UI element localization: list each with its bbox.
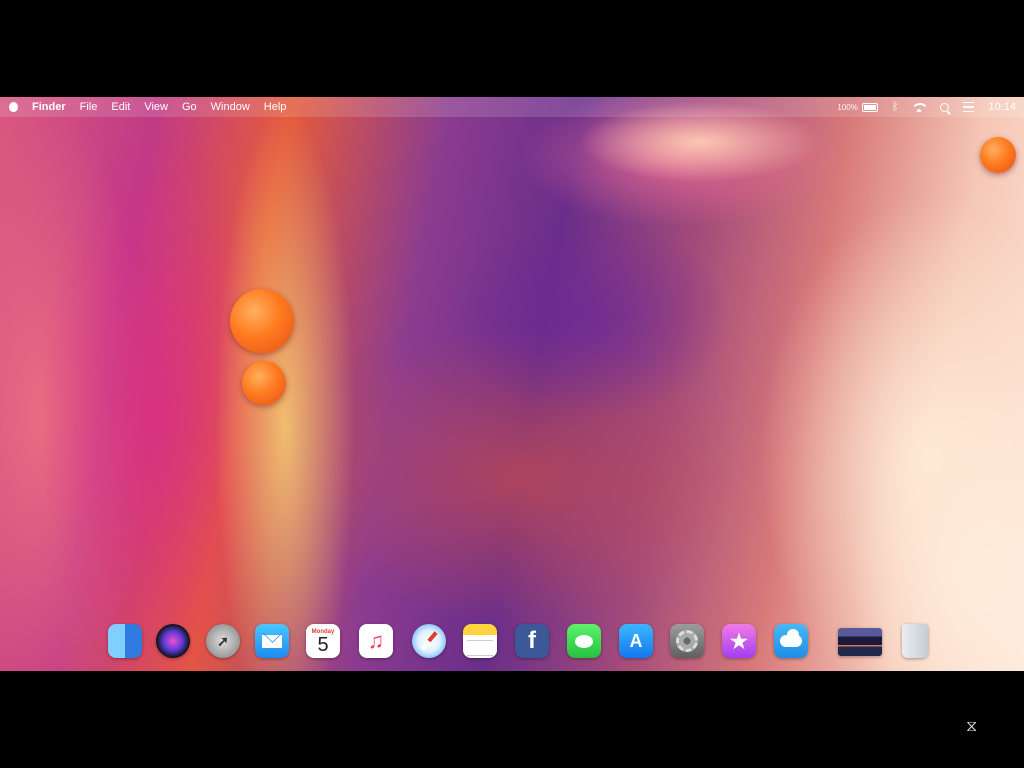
- photo-thumbnail-icon[interactable]: [838, 628, 882, 656]
- desktop-wallpaper: [0, 97, 1024, 671]
- menu-window[interactable]: Window: [211, 101, 250, 113]
- menu-app-name[interactable]: Finder: [32, 101, 66, 113]
- mail-app-icon[interactable]: [255, 624, 289, 658]
- envelope-icon: [262, 634, 282, 648]
- facebook-app-icon[interactable]: f: [515, 624, 549, 658]
- calendar-app-icon[interactable]: Monday 5: [306, 624, 340, 658]
- dock: ➚ Monday 5 ♫ f A ★: [100, 616, 940, 668]
- menu-view[interactable]: View: [144, 101, 168, 113]
- watermark-logo-icon: ⧖: [966, 718, 978, 735]
- trash-icon[interactable]: [902, 624, 928, 658]
- battery-percent: 100%: [837, 102, 858, 112]
- menu-help[interactable]: Help: [264, 101, 287, 113]
- bluetooth-icon[interactable]: ᛒ: [892, 101, 899, 113]
- itunes-store-app-icon[interactable]: ★: [722, 624, 756, 658]
- music-app-icon[interactable]: ♫: [359, 624, 393, 658]
- spotlight-search-icon[interactable]: [940, 102, 950, 112]
- system-preferences-app-icon[interactable]: [670, 624, 704, 658]
- cloud-icon: [780, 629, 802, 647]
- menu-bar: Finder File Edit View Go Window Help 100…: [0, 97, 1024, 117]
- finder-app-icon[interactable]: [108, 624, 142, 658]
- orange-blob: [242, 361, 286, 405]
- compass-needle-icon: [420, 631, 438, 651]
- gear-icon: [676, 630, 698, 652]
- menu-go[interactable]: Go: [182, 101, 197, 113]
- siri-app-icon[interactable]: [156, 624, 190, 658]
- notification-center-icon[interactable]: [963, 102, 975, 112]
- apple-icon[interactable]: [9, 102, 18, 112]
- battery-icon[interactable]: [861, 102, 878, 112]
- orange-blob: [230, 289, 294, 353]
- app-store-app-icon[interactable]: A: [619, 624, 653, 658]
- menu-edit[interactable]: Edit: [111, 101, 130, 113]
- messages-app-icon[interactable]: [567, 624, 601, 658]
- weather-app-icon[interactable]: [774, 624, 808, 658]
- wifi-icon[interactable]: [912, 102, 927, 112]
- orange-blob: [980, 137, 1016, 173]
- notes-lines-icon: [467, 640, 493, 656]
- menu-file[interactable]: File: [80, 101, 98, 113]
- notes-app-icon[interactable]: [463, 624, 497, 658]
- safari-app-icon[interactable]: [412, 624, 446, 658]
- menu-clock[interactable]: 10:14: [988, 101, 1016, 113]
- chat-bubble-icon: [575, 634, 593, 648]
- launchpad-app-icon[interactable]: ➚: [206, 624, 240, 658]
- calendar-day-label: 5: [317, 633, 329, 656]
